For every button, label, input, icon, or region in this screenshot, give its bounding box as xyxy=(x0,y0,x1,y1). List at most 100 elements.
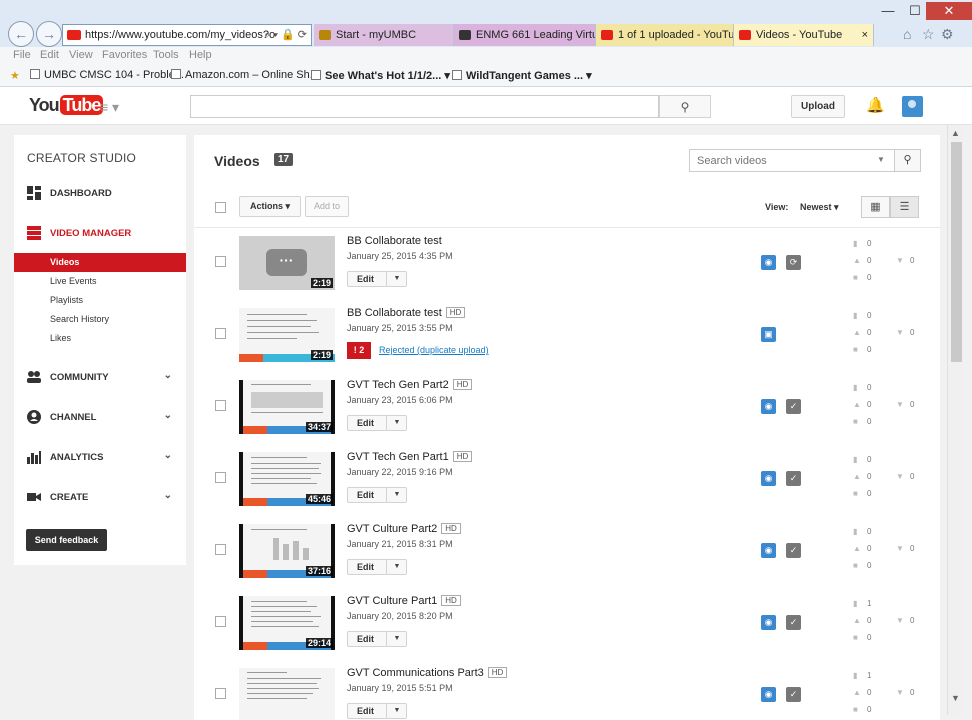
edit-button[interactable]: Edit ▼ xyxy=(347,631,407,647)
select-all-checkbox[interactable] xyxy=(215,202,226,213)
close-window-button[interactable]: ✕ xyxy=(926,2,972,20)
home-icon[interactable]: ⌂ xyxy=(903,26,911,42)
sidebar-sub-likes[interactable]: Likes xyxy=(14,329,186,348)
sidebar-sub-videos[interactable]: Videos xyxy=(14,253,186,272)
public-globe-icon[interactable]: ◉ xyxy=(761,687,776,702)
chevron-down-icon[interactable]: ▼ xyxy=(386,632,407,646)
youtube-logo[interactable]: You Tube xyxy=(29,95,104,116)
edit-button[interactable]: Edit ▼ xyxy=(347,415,407,431)
table-row[interactable]: 29:14 GVT Culture Part1 HD January 20, 20… xyxy=(194,588,940,660)
public-globe-icon[interactable]: ◉ xyxy=(761,255,776,270)
video-title[interactable]: GVT Communications Part3 HD xyxy=(347,667,508,679)
public-globe-icon[interactable]: ◉ xyxy=(761,399,776,414)
search-icon[interactable]: ⚲ xyxy=(659,95,711,118)
edit-button[interactable]: Edit ▼ xyxy=(347,703,407,719)
chevron-down-icon[interactable]: ▼ xyxy=(386,704,407,718)
checkmark-icon[interactable]: ✓ xyxy=(786,687,801,702)
youtube-search-input[interactable] xyxy=(190,95,659,118)
settings-gear-icon[interactable]: ⚙ xyxy=(941,26,954,43)
checkmark-icon[interactable]: ✓ xyxy=(786,399,801,414)
row-checkbox[interactable] xyxy=(215,544,226,555)
guide-menu-icon[interactable]: ≡ ▾ xyxy=(100,99,119,116)
table-row[interactable]: GVT Communications Part3 HD January 19, 2… xyxy=(194,660,940,720)
table-row[interactable]: 34:37 GVT Tech Gen Part2 HD January 23, 2… xyxy=(194,372,940,444)
sort-dropdown[interactable]: Newest ▾ xyxy=(800,202,839,213)
search-dropdown-icon[interactable]: ▼ xyxy=(877,155,885,164)
tab-videos-active[interactable]: Videos - YouTube × xyxy=(734,24,874,46)
sidebar-item-community[interactable]: COMMUNITY ⌄ xyxy=(14,368,186,388)
table-row[interactable]: ··· 2:19 BB Collaborate test January 25,… xyxy=(194,228,940,300)
video-title[interactable]: GVT Tech Gen Part2 HD xyxy=(347,379,473,391)
page-scrollbar[interactable]: ▲ ▼ xyxy=(947,125,964,715)
video-title[interactable]: BB Collaborate test HD xyxy=(347,307,466,319)
sync-icon[interactable]: ⟳ xyxy=(786,255,801,270)
edit-button[interactable]: Edit ▼ xyxy=(347,487,407,503)
search-videos-field[interactable]: ▼ ⚲ xyxy=(689,149,921,172)
sidebar-item-video-manager[interactable]: VIDEO MANAGER xyxy=(14,224,186,244)
table-row[interactable]: 2:19 BB Collaborate test HD January 25, 2… xyxy=(194,300,940,372)
notification-bell-icon[interactable]: 🔔 xyxy=(866,96,885,114)
sidebar-item-analytics[interactable]: ANALYTICS ⌄ xyxy=(14,448,186,468)
row-checkbox[interactable] xyxy=(215,256,226,267)
menu-view[interactable]: View xyxy=(69,49,93,61)
menu-help[interactable]: Help xyxy=(189,49,212,61)
row-checkbox[interactable] xyxy=(215,616,226,627)
chevron-down-icon[interactable]: ▼ xyxy=(386,488,407,502)
video-title[interactable]: GVT Tech Gen Part1 HD xyxy=(347,451,473,463)
menu-favorites[interactable]: Favorites xyxy=(102,49,147,61)
tab-myumbc[interactable]: Start - myUMBC xyxy=(314,24,454,46)
public-globe-icon[interactable]: ◉ xyxy=(761,615,776,630)
add-to-button[interactable]: Add to xyxy=(305,196,349,217)
checkmark-icon[interactable]: ✓ xyxy=(786,615,801,630)
private-lock-icon[interactable]: ▣ xyxy=(761,327,776,342)
forward-button[interactable]: → xyxy=(36,21,62,47)
chevron-down-icon[interactable]: ▼ xyxy=(386,272,407,286)
menu-tools[interactable]: Tools xyxy=(153,49,179,61)
chevron-down-icon[interactable]: ⌄ xyxy=(164,370,172,381)
chevron-down-icon[interactable]: ▼ xyxy=(386,416,407,430)
sidebar-item-dashboard[interactable]: DASHBOARD xyxy=(14,184,186,204)
back-button[interactable]: ← xyxy=(8,21,34,47)
video-thumbnail[interactable] xyxy=(239,668,335,720)
video-thumbnail[interactable]: 45:46 xyxy=(239,452,335,506)
public-globe-icon[interactable]: ◉ xyxy=(761,543,776,558)
sidebar-sub-playlists[interactable]: Playlists xyxy=(14,291,186,310)
menu-file[interactable]: File xyxy=(13,49,31,61)
add-favorite-star-icon[interactable]: ★ xyxy=(10,69,20,82)
address-tools-icon[interactable]: ⌕ ▾ 🔒 ⟳ xyxy=(264,25,307,45)
rejected-link[interactable]: Rejected (duplicate upload) xyxy=(379,345,489,355)
list-view-button[interactable]: ☰ xyxy=(890,196,919,218)
search-videos-input[interactable] xyxy=(690,150,860,171)
table-row[interactable]: 37:16 GVT Culture Part2 HD January 21, 20… xyxy=(194,516,940,588)
search-icon[interactable]: ⚲ xyxy=(894,150,920,171)
upload-button[interactable]: Upload xyxy=(791,95,845,118)
chevron-down-icon[interactable]: ⌄ xyxy=(164,450,172,461)
row-checkbox[interactable] xyxy=(215,328,226,339)
video-title[interactable]: BB Collaborate test xyxy=(347,235,442,247)
sidebar-item-create[interactable]: CREATE ⌄ xyxy=(14,488,186,508)
favorites-star-icon[interactable]: ☆ xyxy=(922,26,935,43)
fav-link-whats-hot[interactable]: See What's Hot 1/1/2... ▾ xyxy=(311,69,450,82)
chevron-down-icon[interactable]: ⌄ xyxy=(164,410,172,421)
chevron-down-icon[interactable]: ⌄ xyxy=(164,490,172,501)
fav-link-umbc[interactable]: UMBC CMSC 104 - Proble... xyxy=(30,69,184,81)
video-thumbnail[interactable]: 2:19 xyxy=(239,308,335,362)
fav-link-amazon[interactable]: Amazon.com – Online Sh... xyxy=(171,69,319,81)
avatar[interactable] xyxy=(902,96,923,117)
video-thumbnail[interactable]: 34:37 xyxy=(239,380,335,434)
row-checkbox[interactable] xyxy=(215,688,226,699)
edit-button[interactable]: Edit ▼ xyxy=(347,271,407,287)
grid-view-button[interactable]: ▦ xyxy=(861,196,890,218)
row-checkbox[interactable] xyxy=(215,400,226,411)
sidebar-sub-search-history[interactable]: Search History xyxy=(14,310,186,329)
scroll-down-icon[interactable]: ▼ xyxy=(951,693,960,703)
fav-link-wildtangent[interactable]: WildTangent Games ... ▾ xyxy=(452,69,592,82)
tab-enmg[interactable]: ENMG 661 Leading Virtual... xyxy=(454,24,596,46)
menu-edit[interactable]: Edit xyxy=(40,49,59,61)
tab-close-icon[interactable]: × xyxy=(862,24,868,46)
chevron-down-icon[interactable]: ▼ xyxy=(386,560,407,574)
send-feedback-button[interactable]: Send feedback xyxy=(26,529,107,551)
checkmark-icon[interactable]: ✓ xyxy=(786,471,801,486)
video-thumbnail[interactable]: 29:14 xyxy=(239,596,335,650)
table-row[interactable]: 45:46 GVT Tech Gen Part1 HD January 22, 2… xyxy=(194,444,940,516)
